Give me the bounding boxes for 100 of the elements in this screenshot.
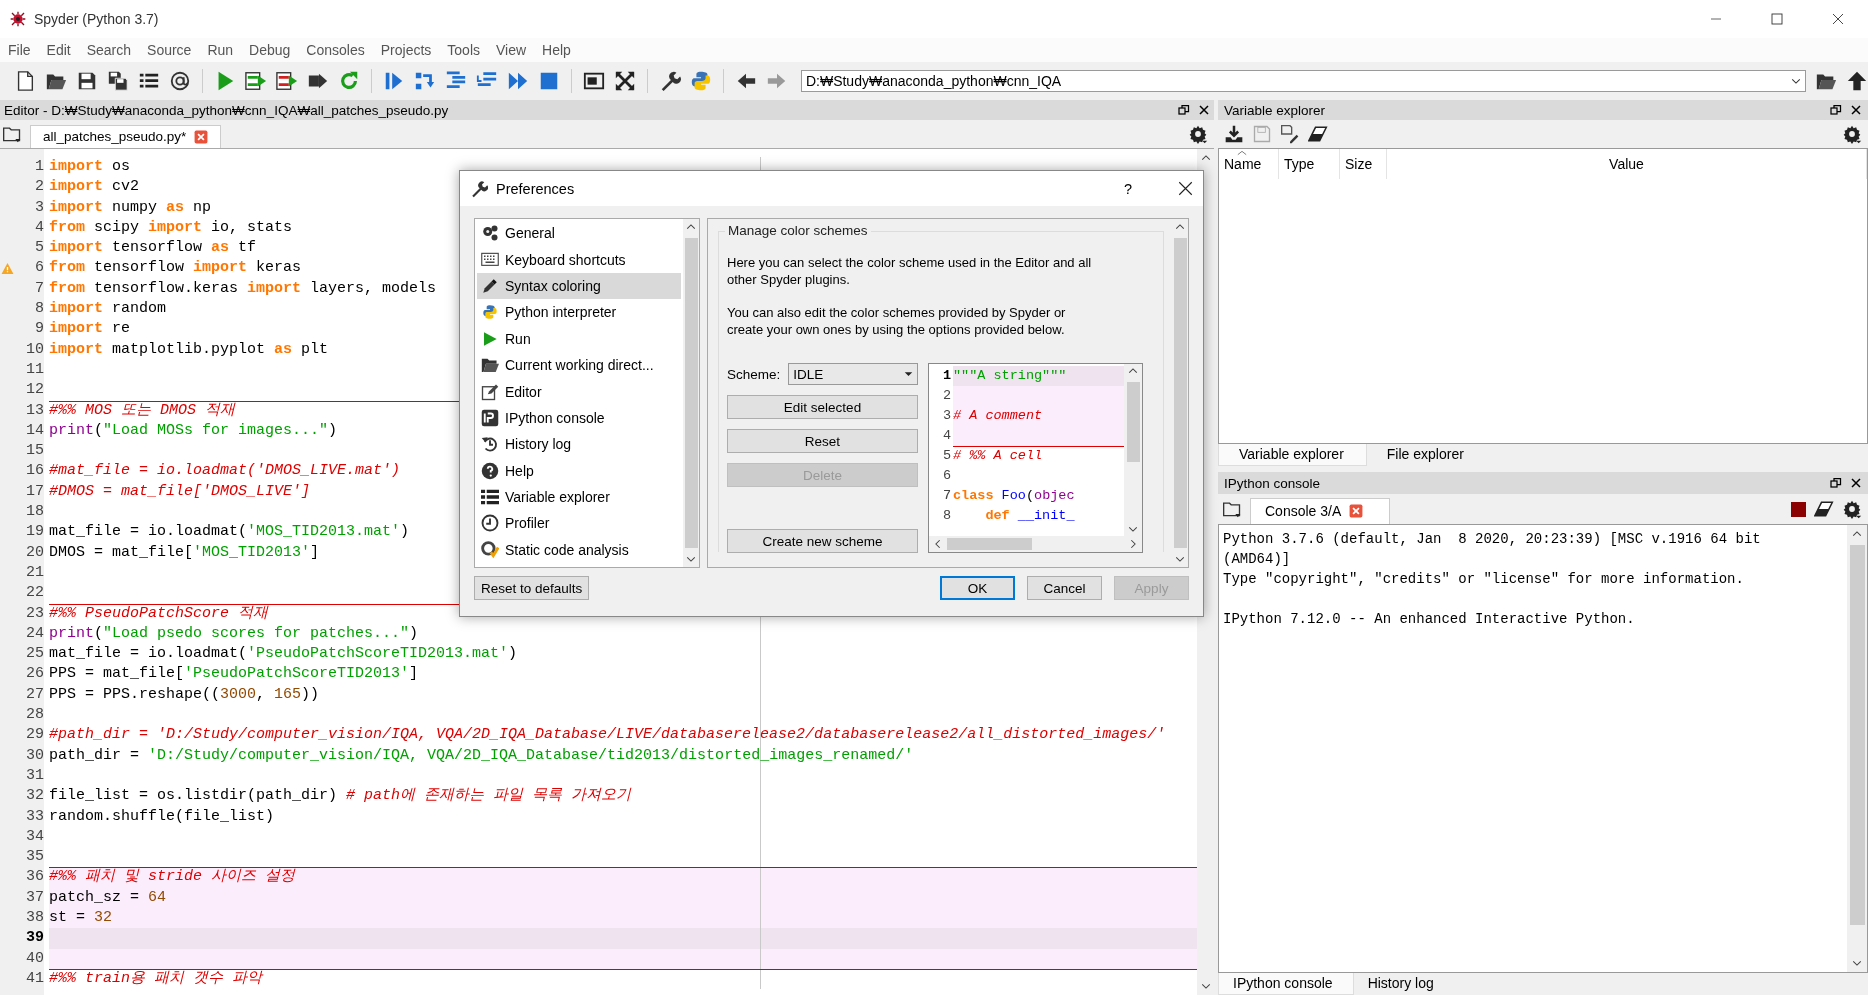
line-number: 6 — [941, 467, 952, 485]
save-all-icon[interactable] — [107, 70, 129, 92]
section-item[interactable]: Current working direct... — [477, 351, 681, 379]
menu-item[interactable]: Projects — [372, 39, 440, 61]
maximize-pane-icon[interactable] — [582, 70, 605, 92]
scroll-up-icon[interactable] — [1200, 153, 1211, 163]
section-item[interactable]: Python interpreter — [477, 299, 681, 326]
pane-tab[interactable]: History log — [1353, 973, 1454, 995]
section-item[interactable]: Syntax coloring — [477, 272, 681, 300]
step-icon[interactable] — [413, 70, 436, 92]
scroll-down-icon[interactable] — [1175, 554, 1185, 564]
continue-icon[interactable] — [506, 70, 529, 92]
rerun-icon[interactable] — [338, 70, 360, 92]
menu-item[interactable]: Source — [139, 39, 200, 61]
line-number: 39 — [25, 928, 45, 949]
save-icon[interactable] — [76, 70, 98, 92]
scrollbar[interactable] — [1847, 525, 1867, 972]
close-icon[interactable] — [1831, 13, 1844, 25]
undock-icon[interactable] — [1178, 104, 1190, 116]
section-item[interactable]: IPython console — [477, 404, 681, 432]
run-cell-icon[interactable] — [245, 70, 267, 92]
menu-item[interactable]: Edit — [38, 39, 79, 61]
fullscreen-icon[interactable] — [613, 70, 636, 92]
save-as-icon[interactable] — [1280, 124, 1300, 144]
dialog-button[interactable]: Cancel — [1027, 576, 1102, 600]
scrollbar[interactable] — [929, 536, 1142, 552]
undock-icon[interactable] — [1830, 477, 1842, 489]
menu-item[interactable]: Debug — [241, 39, 299, 61]
working-directory-field[interactable]: D:₩Study₩anaconda_python₩cnn_IQA — [800, 70, 1806, 92]
menu-item[interactable]: File — [0, 39, 39, 61]
pane-tab[interactable]: Variable explorer — [1218, 444, 1367, 466]
scrollbar[interactable] — [1124, 364, 1142, 536]
section-item[interactable]: Static code analysis — [477, 536, 681, 564]
column-header[interactable]: Value — [1387, 149, 1867, 179]
help-button[interactable]: ? — [1123, 180, 1132, 197]
maximize-icon[interactable] — [1770, 13, 1783, 25]
code-line: class Foo(objec — [953, 487, 1076, 505]
scroll-left-icon[interactable] — [933, 539, 943, 549]
eraser-icon[interactable] — [1308, 124, 1328, 144]
scroll-right-icon[interactable] — [1128, 539, 1138, 549]
menu-item[interactable]: View — [488, 39, 535, 61]
settings-icon[interactable] — [1842, 499, 1862, 519]
scheme-dropdown[interactable]: IDLE — [788, 363, 918, 385]
console-tab[interactable]: Console 3/A — [1250, 498, 1391, 524]
eraser-icon[interactable] — [1814, 499, 1834, 519]
line-number: 18 — [25, 502, 45, 523]
section-item[interactable]: Run — [477, 325, 681, 352]
folder-icon — [481, 356, 499, 375]
line-number: 7 — [34, 278, 45, 299]
menu-item[interactable]: Run — [199, 39, 242, 61]
line-number: 8 — [941, 507, 952, 525]
file-tab[interactable]: all_patches_pseudo.py* — [30, 125, 222, 148]
scroll-up-icon[interactable] — [686, 222, 696, 232]
scheme-button[interactable]: Edit selected — [727, 395, 918, 419]
scroll-down-icon[interactable] — [686, 554, 696, 564]
undock-icon[interactable] — [1830, 104, 1842, 116]
import-data-icon[interactable] — [1224, 124, 1244, 144]
scroll-down-icon[interactable] — [1852, 958, 1862, 968]
scrollbar[interactable] — [683, 219, 699, 567]
scheme-button[interactable]: Create new scheme — [727, 529, 918, 553]
section-item[interactable]: Profiler — [477, 510, 681, 537]
reset-defaults-button[interactable]: Reset to defaults — [474, 576, 590, 600]
close-icon[interactable] — [1198, 104, 1210, 116]
stop-icon[interactable] — [1791, 501, 1806, 517]
scroll-up-icon[interactable] — [1175, 222, 1185, 232]
scroll-up-icon[interactable] — [1128, 366, 1138, 376]
clock-icon — [481, 514, 499, 533]
pane-tab[interactable]: File explorer — [1366, 444, 1486, 466]
line-number: 36 — [25, 867, 45, 888]
scheme-button[interactable]: Reset — [727, 429, 918, 453]
run-cell-advance-icon[interactable] — [276, 70, 298, 92]
scroll-down-icon[interactable] — [1128, 524, 1138, 534]
settings-icon[interactable] — [1188, 124, 1208, 144]
close-tab-icon[interactable] — [194, 129, 209, 144]
close-icon[interactable] — [1850, 477, 1862, 489]
close-icon[interactable] — [1178, 181, 1193, 196]
scroll-down-icon[interactable] — [1200, 981, 1211, 991]
column-header[interactable]: Size — [1340, 149, 1387, 179]
menu-item[interactable]: Tools — [439, 39, 488, 61]
section-item[interactable]: Editor — [477, 378, 681, 405]
column-header[interactable]: Name — [1219, 149, 1279, 179]
up-arrow-icon[interactable] — [1845, 70, 1868, 92]
menu-item[interactable]: Help — [534, 39, 579, 61]
code-line: # %% A cell — [953, 446, 1124, 466]
close-tab-icon[interactable] — [1349, 504, 1364, 518]
scroll-up-icon[interactable] — [1852, 529, 1862, 539]
close-icon[interactable] — [1850, 104, 1862, 116]
section-item[interactable]: Variable explorer — [477, 483, 681, 511]
python-icon[interactable] — [689, 70, 712, 92]
settings-icon[interactable] — [1842, 124, 1862, 144]
list-icon — [481, 489, 499, 506]
column-header[interactable]: Type — [1279, 149, 1340, 179]
at-sign-icon[interactable] — [169, 70, 191, 92]
menu-item[interactable]: Search — [78, 39, 140, 61]
dialog-button[interactable]: OK — [940, 576, 1015, 600]
pane-tab[interactable]: IPython console — [1218, 973, 1354, 995]
help-icon — [481, 461, 499, 480]
section-item[interactable]: History log — [477, 431, 681, 458]
menu-item[interactable]: Consoles — [298, 39, 373, 61]
section-item[interactable]: Help — [477, 457, 681, 484]
